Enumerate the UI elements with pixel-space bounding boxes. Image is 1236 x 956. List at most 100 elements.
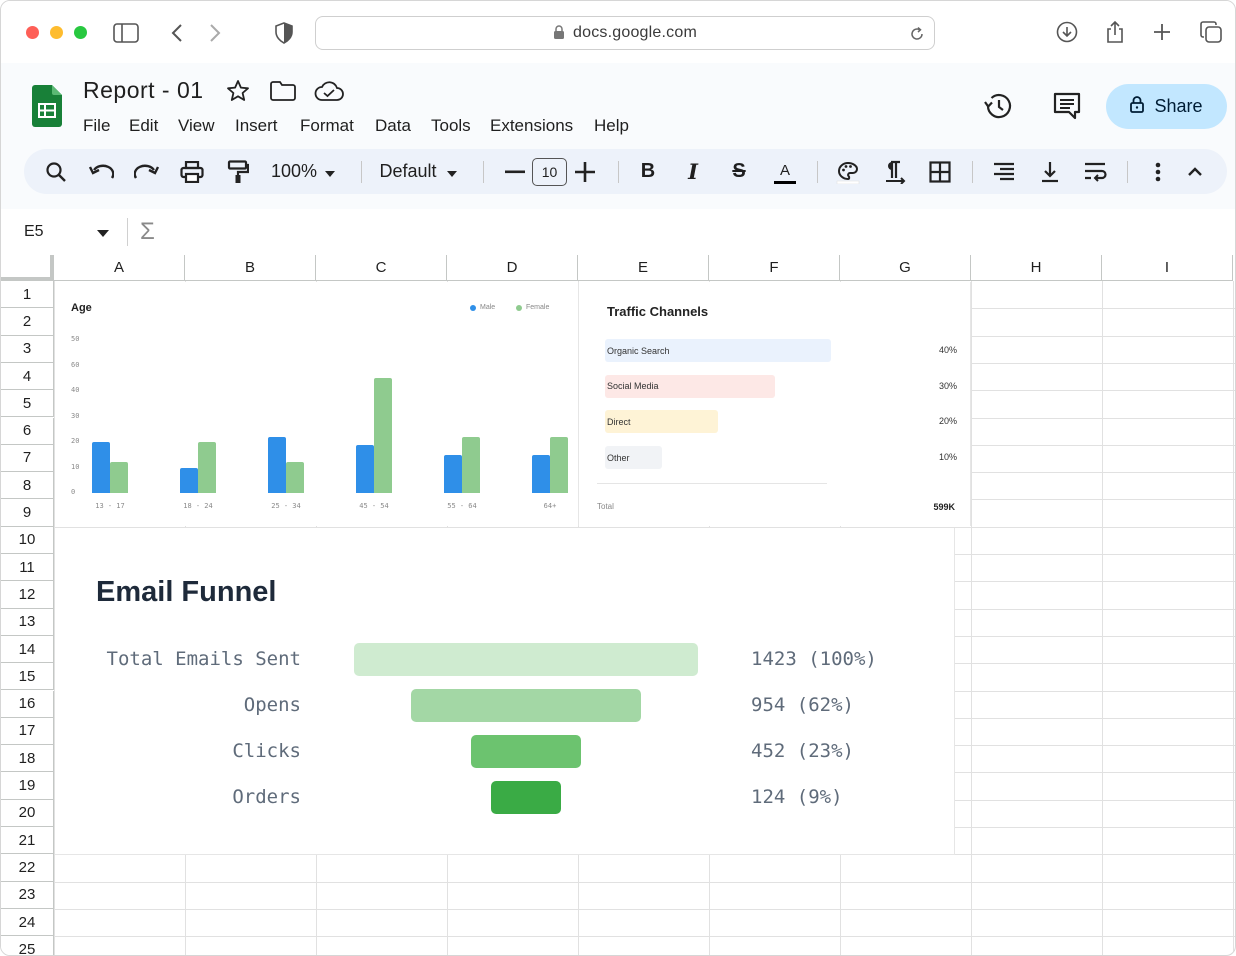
print-icon[interactable] [178, 149, 206, 194]
star-icon[interactable] [225, 78, 251, 104]
download-icon[interactable] [1055, 20, 1079, 44]
share-page-icon[interactable] [1103, 19, 1127, 45]
row-header-24[interactable]: 24 [1, 908, 54, 937]
channel-bar[interactable]: Other [605, 446, 662, 470]
email-funnel-chart[interactable]: Email Funnel Total Emails Sent 1423 (100%… [55, 528, 955, 855]
italic-button[interactable]: I [681, 149, 705, 194]
bar-male[interactable] [180, 467, 198, 493]
reload-icon[interactable] [908, 25, 926, 43]
bar-female[interactable] [374, 378, 392, 493]
more-options-icon[interactable] [1148, 149, 1168, 194]
row-header-22[interactable]: 22 [1, 854, 54, 882]
collapse-toolbar-icon[interactable] [1184, 149, 1206, 194]
menu-file[interactable]: File [83, 116, 110, 136]
redo-icon[interactable] [133, 149, 161, 194]
bar-male[interactable] [532, 454, 550, 493]
chevron-down-icon[interactable] [96, 227, 110, 239]
row-header-9[interactable]: 9 [1, 499, 54, 527]
column-header-i[interactable]: I [1102, 255, 1233, 281]
column-header-a[interactable]: A [54, 255, 185, 281]
folder-icon[interactable] [269, 79, 297, 103]
font-select[interactable]: Default [377, 149, 459, 194]
menu-data[interactable]: Data [375, 116, 411, 136]
funnel-bar[interactable] [491, 781, 561, 814]
text-color-button[interactable]: A [772, 149, 798, 194]
bar-female[interactable] [110, 462, 128, 493]
menu-view[interactable]: View [178, 116, 215, 136]
font-size-input[interactable]: 10 [532, 149, 567, 194]
row-header-12[interactable]: 12 [1, 581, 54, 609]
row-header-16[interactable]: 16 [1, 690, 54, 718]
row-header-4[interactable]: 4 [1, 362, 54, 391]
fill-color-icon[interactable] [835, 149, 861, 194]
row-header-1[interactable]: 1 [1, 281, 54, 309]
column-header-c[interactable]: C [316, 255, 447, 281]
column-header-d[interactable]: D [447, 255, 578, 281]
align-right-icon[interactable] [990, 149, 1018, 194]
strikethrough-button[interactable]: S [727, 149, 751, 194]
menu-tools[interactable]: Tools [431, 116, 471, 136]
row-header-15[interactable]: 15 [1, 663, 54, 691]
search-menus-icon[interactable] [42, 149, 70, 194]
row-header-11[interactable]: 11 [1, 554, 54, 582]
paint-format-icon[interactable] [224, 149, 252, 194]
sheets-logo-icon[interactable] [31, 84, 63, 128]
back-icon[interactable] [167, 21, 187, 45]
row-header-8[interactable]: 8 [1, 472, 54, 500]
traffic-channels-chart[interactable]: Traffic Channels Organic Search 40% Social… [579, 282, 971, 526]
tab-overview-icon[interactable] [1198, 20, 1224, 44]
bar-female[interactable] [550, 436, 568, 493]
column-header-g[interactable]: G [840, 255, 971, 281]
row-header-10[interactable]: 10 [1, 526, 54, 554]
channel-bar[interactable]: Organic Search [605, 339, 831, 362]
bar-male[interactable] [92, 442, 110, 493]
sidebar-toggle-icon[interactable] [112, 20, 140, 46]
borders-icon[interactable] [926, 149, 954, 194]
channel-bar[interactable]: Direct [605, 410, 718, 434]
new-tab-icon[interactable] [1151, 21, 1173, 43]
row-header-2[interactable]: 2 [1, 308, 54, 336]
row-header-7[interactable]: 7 [1, 444, 54, 473]
close-window-button[interactable] [26, 26, 39, 39]
menu-format[interactable]: Format [300, 116, 354, 136]
menu-edit[interactable]: Edit [129, 116, 158, 136]
maximize-window-button[interactable] [74, 26, 87, 39]
cloud-saved-icon[interactable] [313, 79, 345, 103]
document-title[interactable]: Report - 01 [83, 77, 204, 104]
column-header-b[interactable]: B [185, 255, 316, 281]
row-header-13[interactable]: 13 [1, 608, 54, 636]
row-header-14[interactable]: 14 [1, 635, 54, 664]
bar-female[interactable] [286, 462, 304, 493]
row-header-17[interactable]: 17 [1, 717, 54, 746]
text-wrapping-icon[interactable] [1081, 149, 1109, 194]
funnel-bar[interactable] [354, 643, 698, 676]
channel-bar[interactable]: Social Media [605, 374, 775, 398]
column-header-f[interactable]: F [709, 255, 840, 281]
function-sigma-icon[interactable]: Σ [140, 218, 155, 246]
privacy-shield-icon[interactable] [273, 21, 295, 45]
forward-icon[interactable] [205, 21, 225, 45]
version-history-icon[interactable] [981, 90, 1015, 122]
comments-icon[interactable] [1050, 90, 1084, 122]
vertical-align-bottom-icon[interactable] [1036, 149, 1064, 194]
minimize-window-button[interactable] [50, 26, 63, 39]
bar-male[interactable] [268, 436, 286, 493]
row-header-20[interactable]: 20 [1, 799, 54, 827]
row-header-21[interactable]: 21 [1, 827, 54, 855]
menu-help[interactable]: Help [594, 116, 629, 136]
row-header-23[interactable]: 23 [1, 881, 54, 909]
menu-extensions[interactable]: Extensions [490, 116, 573, 136]
bar-male[interactable] [444, 454, 462, 493]
bar-male[interactable] [356, 444, 374, 493]
row-header-25[interactable]: 25 [1, 936, 54, 955]
bar-female[interactable] [462, 436, 480, 493]
bold-button[interactable]: B [636, 149, 660, 194]
row-header-18[interactable]: 18 [1, 745, 54, 773]
increase-font-size-icon[interactable] [573, 149, 597, 194]
name-box[interactable]: E5 [24, 223, 44, 241]
select-all-corner[interactable] [1, 255, 54, 281]
decrease-font-size-icon[interactable] [503, 149, 527, 194]
bar-female[interactable] [198, 442, 216, 493]
undo-icon[interactable] [87, 149, 115, 194]
address-bar[interactable]: docs.google.com [315, 16, 935, 50]
